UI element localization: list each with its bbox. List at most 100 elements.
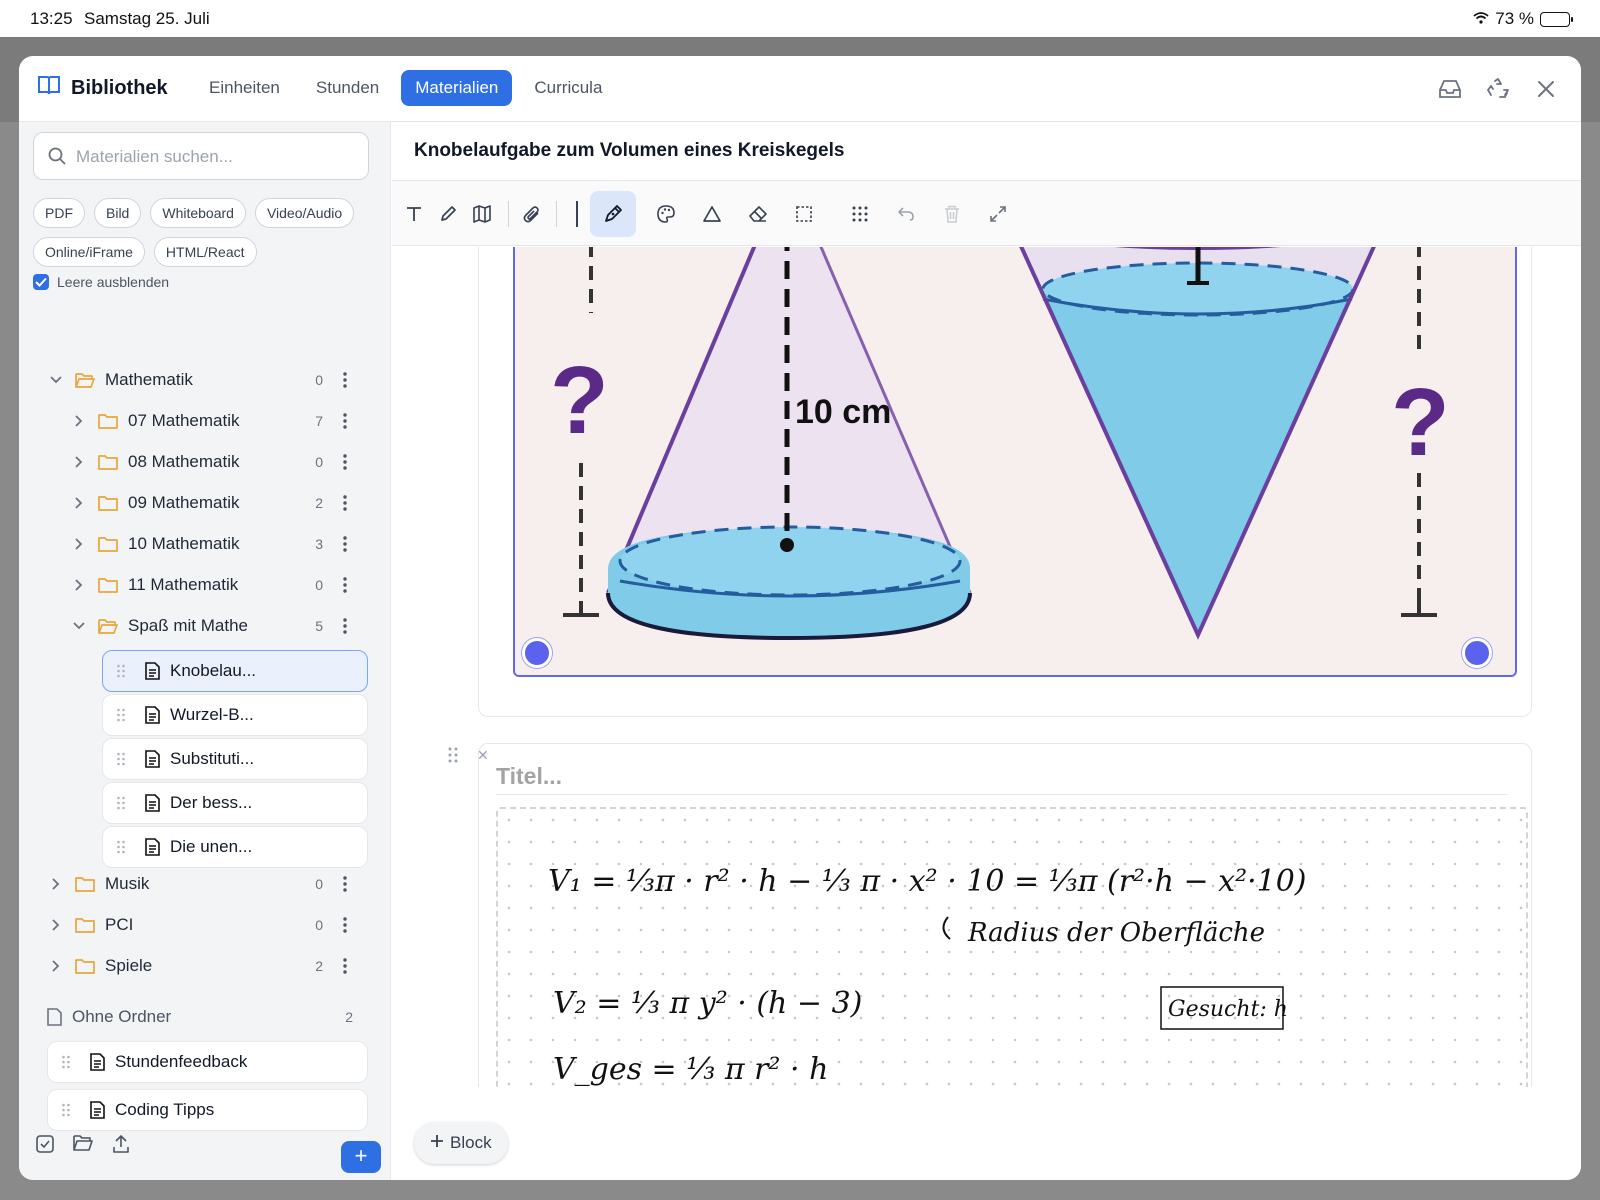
- folder-mathematik[interactable]: Mathematik 0: [47, 362, 347, 398]
- tab-curricula[interactable]: Curricula: [520, 70, 616, 106]
- more-vertical-icon[interactable]: [337, 915, 353, 935]
- folder-spass-mit-mathe[interactable]: Spaß mit Mathe 5: [70, 608, 347, 644]
- eraser-icon[interactable]: [740, 196, 776, 232]
- folder-08-mathematik[interactable]: 08 Mathematik 0: [70, 444, 347, 480]
- folder-musik[interactable]: Musik 0: [47, 866, 347, 902]
- folder-10-mathematik[interactable]: 10 Mathematik 3: [70, 526, 347, 562]
- document-icon: [145, 750, 160, 768]
- material-item[interactable]: Die unen...: [102, 826, 368, 868]
- palette-icon[interactable]: [648, 196, 684, 232]
- chevron-right-icon[interactable]: [47, 916, 65, 934]
- resize-handle-right[interactable]: [1462, 638, 1492, 668]
- folder-09-mathematik[interactable]: 09 Mathematik 2: [70, 485, 347, 521]
- chevron-right-icon[interactable]: [70, 453, 88, 471]
- checkbox-checked-icon[interactable]: [33, 274, 49, 290]
- filter-online-iframe[interactable]: Online/iFrame: [33, 237, 145, 267]
- selection-icon[interactable]: [786, 196, 822, 232]
- filter-chips: PDF Bild Whiteboard Video/Audio Online/i…: [33, 198, 379, 267]
- drag-handle-icon[interactable]: [117, 708, 127, 722]
- more-vertical-icon[interactable]: [337, 534, 353, 554]
- chevron-right-icon[interactable]: [70, 576, 88, 594]
- hide-empty-toggle[interactable]: Leere ausblenden: [33, 274, 169, 290]
- folder-count: 5: [315, 618, 323, 634]
- pencil-icon[interactable]: [430, 196, 466, 232]
- folder-11-mathematik[interactable]: 11 Mathematik 0: [70, 567, 347, 603]
- drag-handle-icon[interactable]: [448, 747, 458, 768]
- expand-icon[interactable]: [980, 196, 1016, 232]
- chevron-right-icon[interactable]: [47, 875, 65, 893]
- paperclip-icon[interactable]: [514, 196, 550, 232]
- filter-pdf[interactable]: PDF: [33, 198, 85, 228]
- shape-triangle-icon[interactable]: [694, 196, 730, 232]
- chevron-right-icon[interactable]: [70, 535, 88, 553]
- more-vertical-icon[interactable]: [337, 452, 353, 472]
- book-icon: [37, 74, 61, 102]
- app-title: Bibliothek: [71, 76, 168, 99]
- handwriting-line-3: V_ges = ⅓ π r² · h: [553, 1052, 828, 1087]
- material-item[interactable]: Coding Tipps: [47, 1089, 368, 1131]
- upload-icon[interactable]: [111, 1134, 131, 1159]
- add-button[interactable]: +: [341, 1141, 381, 1173]
- text-tool-icon[interactable]: [396, 196, 432, 232]
- tab-einheiten[interactable]: Einheiten: [195, 70, 294, 106]
- checklist-icon[interactable]: [35, 1134, 55, 1159]
- sidebar: PDF Bild Whiteboard Video/Audio Online/i…: [19, 122, 391, 1180]
- folder-pci[interactable]: PCI 0: [47, 907, 347, 943]
- undo-icon[interactable]: [888, 196, 924, 232]
- tab-stunden[interactable]: Stunden: [302, 70, 393, 106]
- chevron-down-icon[interactable]: [47, 371, 65, 389]
- chevron-right-icon[interactable]: [70, 412, 88, 430]
- add-block-label: Block: [450, 1133, 492, 1152]
- no-folder-section[interactable]: Ohne Ordner 2: [47, 999, 353, 1035]
- add-block-button[interactable]: Block: [414, 1122, 508, 1164]
- cone-image[interactable]: 10 cm ? ?: [513, 247, 1517, 677]
- material-item[interactable]: Stundenfeedback: [47, 1041, 368, 1083]
- tab-materialien[interactable]: Materialien: [401, 70, 513, 106]
- chevron-right-icon[interactable]: [47, 957, 65, 975]
- block-title-input[interactable]: [496, 759, 1508, 795]
- folder-open-icon[interactable]: [73, 1134, 93, 1159]
- search-input[interactable]: [76, 145, 356, 169]
- more-vertical-icon[interactable]: [337, 493, 353, 513]
- more-vertical-icon[interactable]: [337, 956, 353, 976]
- whiteboard-canvas[interactable]: V₁ = ⅓π · r² · h − ⅓ π · x² · 10 = ⅓π (r…: [496, 807, 1528, 1087]
- more-vertical-icon[interactable]: [337, 616, 353, 636]
- drag-handle-icon[interactable]: [117, 840, 127, 854]
- material-item[interactable]: Der bess...: [102, 782, 368, 824]
- more-vertical-icon[interactable]: [337, 874, 353, 894]
- folder-label: 09 Mathematik: [128, 493, 240, 512]
- filter-whiteboard[interactable]: Whiteboard: [150, 198, 246, 228]
- folder-label: 10 Mathematik: [128, 534, 240, 553]
- folder-07-mathematik[interactable]: 07 Mathematik 7: [70, 403, 347, 439]
- chevron-right-icon[interactable]: [70, 494, 88, 512]
- material-item[interactable]: Substituti...: [102, 738, 368, 780]
- filter-video-audio[interactable]: Video/Audio: [254, 198, 355, 228]
- document-title: Knobelaufgabe zum Volumen eines Kreiskeg…: [414, 140, 845, 161]
- inbox-icon[interactable]: [1437, 76, 1463, 102]
- filter-html-react[interactable]: HTML/React: [153, 237, 257, 267]
- drag-handle-icon[interactable]: [117, 664, 127, 678]
- drag-handle-icon[interactable]: [117, 752, 127, 766]
- resize-handle-left[interactable]: [522, 638, 552, 668]
- filter-bild[interactable]: Bild: [94, 198, 142, 228]
- drag-handle-icon[interactable]: [62, 1103, 72, 1117]
- close-icon[interactable]: ✕: [477, 747, 489, 764]
- recycle-icon[interactable]: [1485, 76, 1511, 102]
- pen-tool-icon[interactable]: [590, 191, 636, 237]
- chevron-down-icon[interactable]: [70, 617, 88, 635]
- more-vertical-icon[interactable]: [337, 575, 353, 595]
- more-vertical-icon[interactable]: [337, 370, 353, 390]
- material-item[interactable]: Wurzel-B...: [102, 694, 368, 736]
- stroke-width-indicator[interactable]: [576, 201, 578, 227]
- material-item[interactable]: Knobelau...: [102, 650, 368, 692]
- folder-label: 08 Mathematik: [128, 452, 240, 471]
- more-vertical-icon[interactable]: [337, 411, 353, 431]
- close-icon[interactable]: [1533, 76, 1559, 102]
- trash-icon[interactable]: [934, 196, 970, 232]
- grid-dots-icon[interactable]: [842, 196, 878, 232]
- editor-canvas: 10 cm ? ? ✕ Titel... V₁ = ⅓π · r² · h − …: [392, 247, 1581, 1087]
- folder-spiele[interactable]: Spiele 2: [47, 948, 347, 984]
- drag-handle-icon[interactable]: [117, 796, 127, 810]
- drag-handle-icon[interactable]: [62, 1055, 72, 1069]
- map-icon[interactable]: [464, 196, 500, 232]
